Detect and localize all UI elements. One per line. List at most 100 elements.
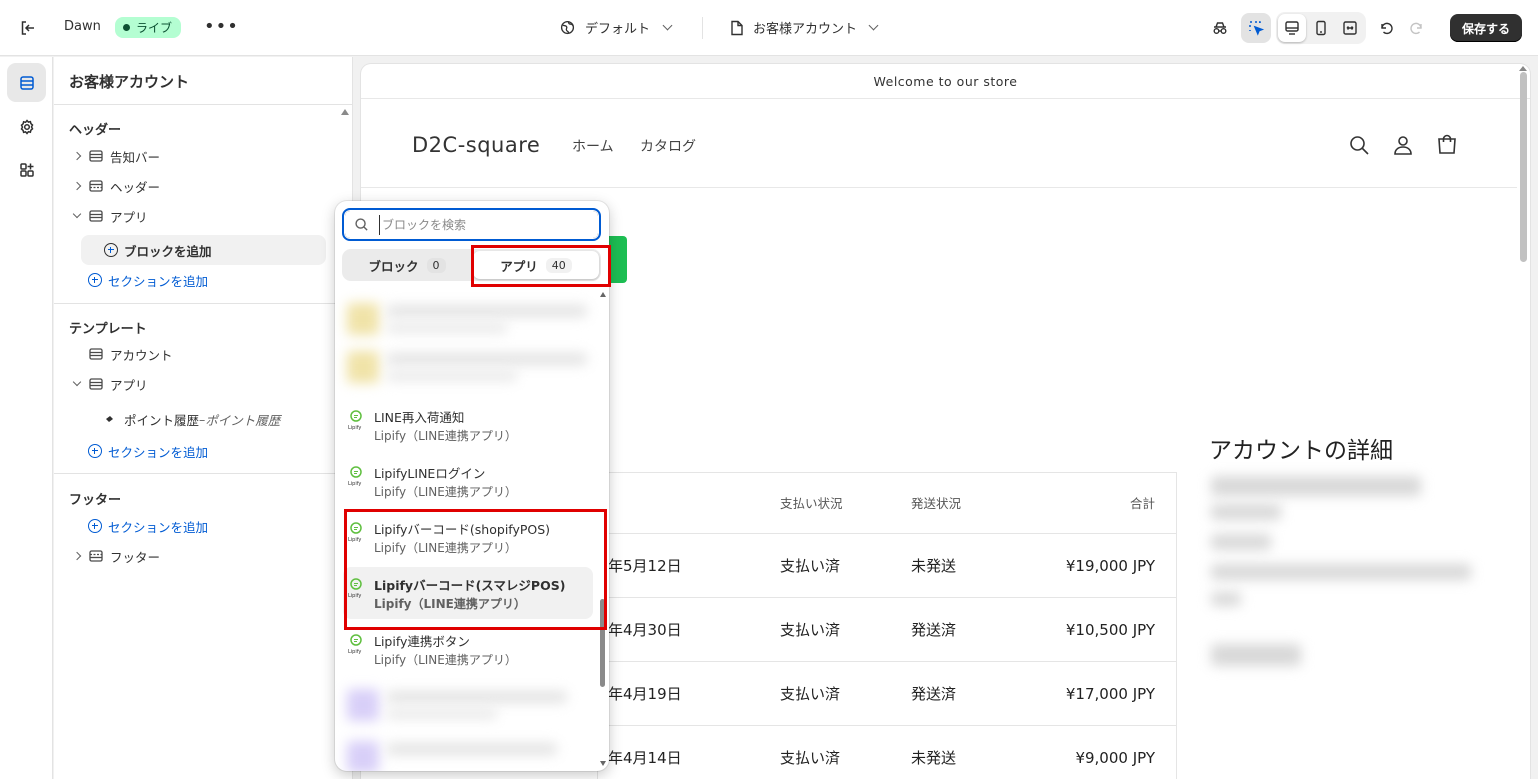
add-block-button[interactable]: ブロックを追加: [104, 239, 212, 261]
blurred-logo: [347, 741, 379, 771]
scroll-up-arrow-icon[interactable]: [1519, 66, 1527, 71]
table-row[interactable]: 年4月14日 支払い済 未発送 ¥9,000 JPY: [598, 726, 1176, 779]
inspector-select-icon[interactable]: [1241, 13, 1271, 43]
app-block-item[interactable]: Lipify Lipifyバーコード(shopifyPOS) Lipify（LI…: [343, 511, 593, 563]
template-selector[interactable]: デフォルト: [560, 18, 673, 37]
add-section-button-header[interactable]: セクションを追加: [88, 269, 208, 291]
lipify-logo-icon: Lipify: [348, 633, 364, 655]
blurred-app-item[interactable]: [343, 295, 601, 345]
redo-icon[interactable]: [1402, 13, 1432, 43]
app-block-provider: Lipify（LINE連携アプリ）: [374, 429, 517, 443]
order-total: ¥17,000 JPY: [1065, 685, 1155, 703]
section-icon: [88, 148, 104, 164]
lipify-logo-icon: Lipify: [348, 465, 364, 487]
header-section-icon: [88, 178, 104, 194]
theme-name: Dawn: [64, 19, 101, 34]
section-item-header[interactable]: ヘッダー: [70, 175, 160, 197]
tab-apps[interactable]: アプリ 40: [473, 251, 599, 279]
cart-icon[interactable]: [1435, 133, 1459, 157]
app-block-item[interactable]: Lipify LINE再入荷通知 Lipify（LINE連携アプリ）: [343, 399, 593, 451]
chevron-down-icon: [662, 20, 673, 31]
search-icon[interactable]: [1347, 133, 1371, 157]
apps-icon[interactable]: [7, 150, 46, 189]
nav-link-home[interactable]: ホーム: [572, 136, 614, 156]
add-section-button-footer[interactable]: セクションを追加: [88, 515, 208, 537]
section-item-announcement-bar[interactable]: 告知バー: [70, 145, 160, 167]
app-block-subtitle: ポイント履歴: [205, 412, 281, 428]
section-item-footer[interactable]: フッター: [70, 545, 160, 567]
blurred-text: [387, 743, 557, 755]
exit-icon[interactable]: [18, 18, 38, 38]
block-search-input[interactable]: [379, 215, 589, 235]
settings-gear-icon[interactable]: [7, 107, 46, 146]
account-icon[interactable]: [1391, 133, 1415, 157]
more-options-button[interactable]: •••: [204, 16, 239, 37]
table-row[interactable]: 年4月30日 支払い済 発送済 ¥10,500 JPY: [598, 598, 1176, 662]
block-search-field[interactable]: [342, 208, 601, 241]
live-status-badge: ライブ: [115, 17, 182, 38]
chevron-down-icon[interactable]: [70, 377, 84, 387]
section-item-label: フッター: [110, 549, 161, 565]
plus-circle-icon: [88, 444, 102, 458]
table-row[interactable]: 年4月19日 支払い済 発送済 ¥17,000 JPY: [598, 662, 1176, 726]
divider: [54, 303, 353, 304]
chevron-down-icon[interactable]: [70, 209, 84, 219]
order-history-table: 支払い状況 発送状況 合計 年5月12日 支払い済 未発送 ¥19,000 JP…: [597, 472, 1177, 779]
blurred-app-item[interactable]: [343, 343, 601, 393]
chevron-right-icon[interactable]: [70, 181, 84, 191]
sections-icon[interactable]: [7, 63, 46, 102]
blurred-logo: [347, 689, 379, 721]
desktop-view-icon[interactable]: [1277, 13, 1307, 43]
svg-text:Lipify: Lipify: [348, 537, 361, 543]
blurred-logo: [347, 351, 379, 383]
tab-blocks[interactable]: ブロック 0: [344, 251, 470, 279]
spy-preview-icon[interactable]: [1205, 13, 1235, 43]
divider: [54, 104, 353, 105]
blurred-content: [1211, 564, 1471, 580]
blurred-content: [1211, 644, 1301, 666]
chevron-right-icon[interactable]: [70, 551, 84, 561]
popup-scrollbar[interactable]: [600, 599, 605, 687]
save-button[interactable]: 保存する: [1450, 14, 1522, 42]
scroll-down-arrow-icon[interactable]: [600, 761, 606, 766]
blurred-logo: [347, 303, 379, 335]
order-payment: 支払い済: [780, 749, 841, 767]
block-type-tabs: ブロック 0 アプリ 40: [342, 249, 601, 281]
globe-icon: [560, 20, 575, 35]
app-block-item[interactable]: Lipify LipifyLINEログイン Lipify（LINE連携アプリ）: [343, 455, 593, 507]
app-block-point-history[interactable]: ポイント履歴 – ポイント履歴: [104, 408, 280, 430]
section-item-label: アカウント: [110, 347, 173, 363]
app-block-name: LINE再入荷通知: [374, 410, 465, 425]
svg-text:Lipify: Lipify: [348, 481, 361, 487]
mobile-view-icon[interactable]: [1306, 13, 1336, 43]
app-block-list: Lipify LINE再入荷通知 Lipify（LINE連携アプリ） Lipif…: [335, 289, 609, 771]
store-brand[interactable]: D2C-square: [412, 133, 540, 157]
blurred-content: [1211, 476, 1421, 496]
blurred-app-item[interactable]: [343, 681, 601, 731]
add-section-button-template[interactable]: セクションを追加: [88, 440, 208, 462]
chevron-right-icon[interactable]: [70, 151, 84, 161]
order-fulfillment: 未発送: [911, 557, 957, 575]
scroll-up-arrow-icon[interactable]: [341, 109, 349, 115]
section-item-template-apps[interactable]: アプリ: [70, 373, 148, 395]
blurred-text: [387, 353, 587, 365]
table-row[interactable]: 年5月12日 支払い済 未発送 ¥19,000 JPY: [598, 534, 1176, 598]
page-selector[interactable]: お客様アカウント: [730, 18, 879, 37]
line-login-button[interactable]: [607, 236, 627, 283]
undo-icon[interactable]: [1371, 13, 1401, 43]
fullwidth-view-icon[interactable]: [1335, 13, 1365, 43]
section-item-apps[interactable]: アプリ: [70, 205, 148, 227]
preview-scrollbar[interactable]: [1520, 72, 1527, 262]
app-block-item[interactable]: Lipify Lipify連携ボタン Lipify（LINE連携アプリ）: [343, 623, 593, 675]
page-selector-label: お客様アカウント: [753, 22, 858, 37]
app-block-item[interactable]: Lipify Lipifyバーコード(スマレジPOS) Lipify（LINE連…: [343, 567, 593, 619]
section-item-account[interactable]: アカウント: [70, 343, 173, 365]
add-block-label: ブロックを追加: [124, 243, 212, 259]
blurred-app-item[interactable]: [343, 733, 601, 771]
app-block-name: Lipifyバーコード(スマレジPOS): [374, 578, 566, 593]
order-total: ¥19,000 JPY: [1065, 557, 1155, 575]
top-bar: Dawn ライブ ••• デフォルト お客様アカウント 保存する: [0, 0, 1538, 56]
blurred-content: [1211, 534, 1271, 550]
nav-link-catalog[interactable]: カタログ: [640, 136, 696, 156]
sidebar-title: お客様アカウント: [69, 73, 190, 91]
